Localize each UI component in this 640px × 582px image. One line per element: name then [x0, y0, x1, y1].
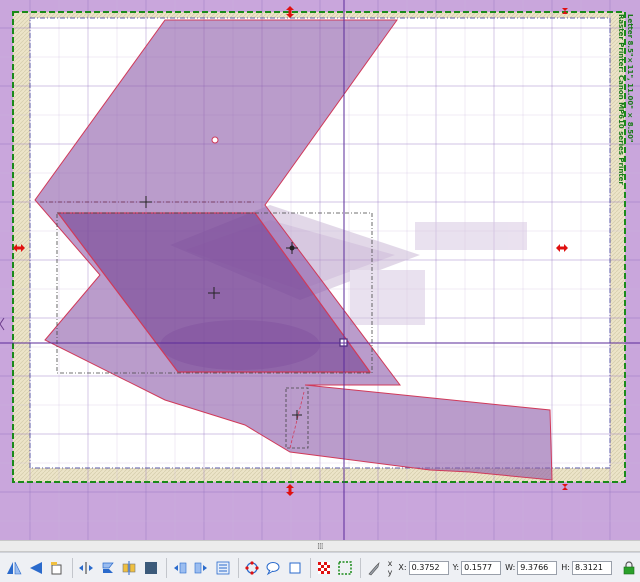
lock-icon — [623, 560, 635, 574]
w-label: W: — [505, 563, 516, 572]
y-label: Y: — [452, 563, 460, 572]
node-edit-button[interactable] — [242, 558, 262, 578]
pattern-fill-button[interactable] — [314, 558, 334, 578]
xy-top-label: x — [387, 558, 393, 568]
h-label: H: — [561, 563, 570, 572]
width-field[interactable] — [517, 560, 558, 575]
printer-label-line1: Letter 8.5"×11", 11.00" × 8.50" — [626, 14, 634, 143]
toolbar-separator — [165, 557, 167, 578]
flip-horizontal-icon — [6, 561, 22, 574]
shape-square-button[interactable] — [285, 558, 305, 578]
coordinate-panel: x y X: Y: W: H: — [388, 559, 640, 577]
mirror-v-button[interactable] — [98, 558, 118, 578]
rotate-icon — [51, 561, 62, 574]
knife-button[interactable] — [364, 558, 384, 578]
x-label: X: — [398, 563, 407, 572]
design-canvas[interactable]: Letter 8.5"×11", 11.00" × 8.50" Raster P… — [0, 0, 640, 540]
fill-button[interactable] — [141, 558, 161, 578]
x-position-field[interactable] — [408, 560, 449, 575]
select-points-icon — [338, 560, 352, 575]
rotation-handle[interactable] — [211, 136, 219, 144]
shape-square-icon — [289, 562, 301, 573]
ungroup-button[interactable] — [191, 558, 211, 578]
center-dot — [289, 245, 295, 251]
speech-icon — [266, 561, 280, 575]
flip-vertical-button[interactable] — [26, 558, 46, 578]
xy-bottom-label: y — [387, 567, 393, 577]
speech-button[interactable] — [263, 558, 283, 578]
flip-vertical-icon — [29, 561, 42, 574]
lock-aspect-button[interactable] — [620, 559, 638, 577]
weld-icon — [216, 561, 230, 574]
splitter-grip-icon[interactable]: ⁞⁞⁞ — [317, 542, 324, 552]
height-field[interactable] — [571, 560, 612, 575]
toolbar-separator — [309, 557, 311, 578]
mirror-h-button[interactable] — [76, 558, 96, 578]
toolbar-separator — [237, 557, 239, 578]
printer-label: Letter 8.5"×11", 11.00" × 8.50" Raster P… — [616, 14, 634, 185]
canvas-svg[interactable] — [0, 0, 640, 540]
select-points-button[interactable] — [335, 558, 355, 578]
xy-toggle[interactable]: x y — [388, 559, 393, 577]
knife-icon — [368, 561, 380, 575]
align-center-button[interactable] — [119, 558, 139, 578]
group-button[interactable] — [170, 558, 190, 578]
bottom-toolbar: x y X: Y: W: H: — [0, 552, 640, 582]
y-position-field[interactable] — [461, 560, 502, 575]
weld-button[interactable] — [213, 558, 233, 578]
printer-label-line2: Raster Printer: Canon MP610 series Print… — [617, 14, 625, 185]
rotate-button[interactable] — [47, 558, 67, 578]
group-icon — [173, 562, 186, 573]
toolbar-separator — [360, 557, 361, 578]
node-edit-icon — [244, 560, 259, 575]
align-center-icon — [122, 560, 136, 575]
toolbar-separator — [72, 557, 73, 578]
flip-horizontal-button[interactable] — [4, 558, 24, 578]
pattern-fill-icon — [317, 561, 330, 574]
mirror-v-icon — [102, 562, 114, 573]
mirror-h-icon — [78, 561, 93, 574]
panel-splitter[interactable]: ⁞⁞⁞ — [0, 540, 640, 552]
ungroup-icon — [194, 562, 208, 573]
fill-icon — [144, 561, 157, 574]
left-arrow-icon[interactable] — [0, 317, 5, 331]
